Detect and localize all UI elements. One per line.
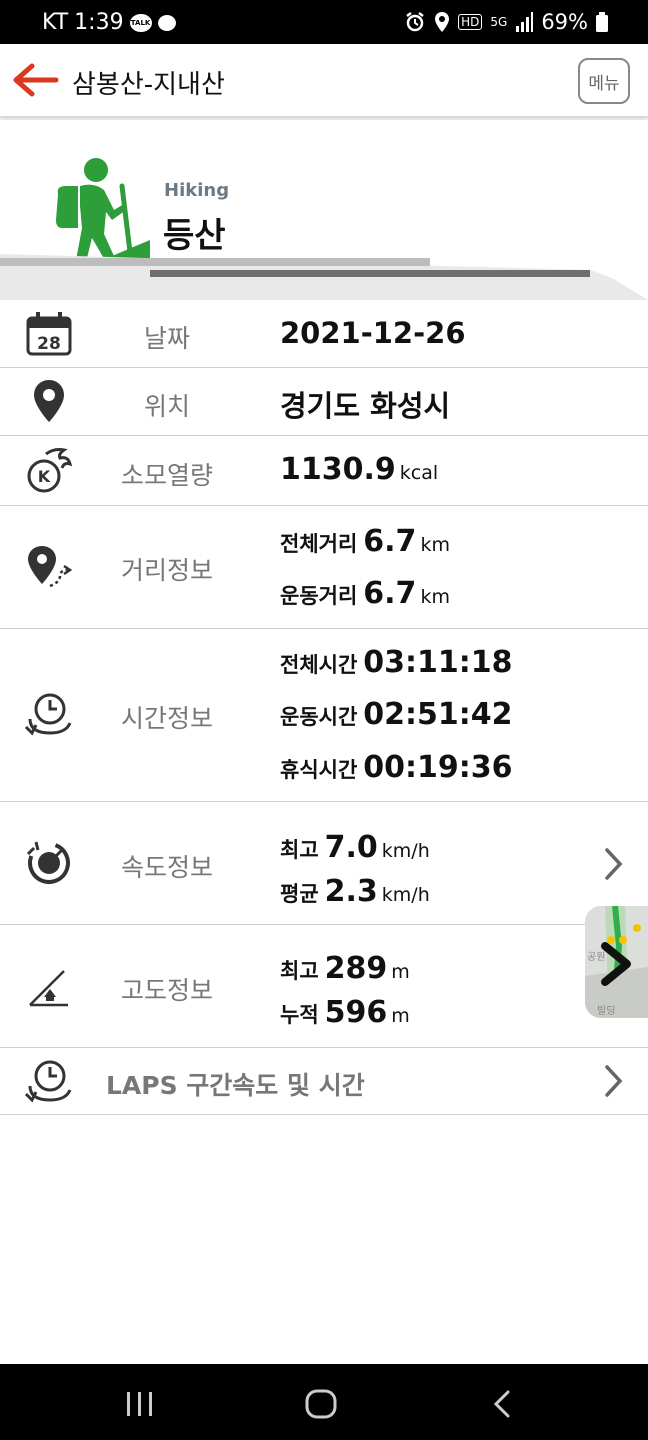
max-speed-label: 최고: [280, 838, 319, 862]
page-title: 삼봉산-지내산: [72, 70, 225, 100]
total-time-label: 전체시간: [280, 653, 358, 677]
speedometer-icon: [26, 841, 70, 884]
calories-label: 소모열량: [120, 461, 213, 490]
ground-decoration: [0, 254, 648, 300]
app-header: 삼봉산-지내산 메뉴: [0, 44, 648, 118]
alarm-icon: [406, 12, 424, 32]
svg-text:K: K: [38, 467, 51, 486]
moving-distance-value: 6.7: [363, 576, 417, 611]
battery-icon: [596, 12, 608, 32]
calories-line: 1130.9 kcal: [280, 452, 438, 487]
rest-time-label: 휴식시간: [280, 758, 358, 782]
calories-unit: kcal: [399, 462, 439, 484]
max-altitude-label: 최고: [280, 959, 319, 983]
location-row: 위치 경기도 화성시: [0, 368, 648, 436]
map-thumbnail[interactable]: 공원 빌딩: [585, 906, 648, 1018]
signal-icon: [516, 12, 534, 32]
rest-time-line: 휴식시간 00:19:36: [280, 750, 513, 785]
laps-row[interactable]: LAPS 구간속도 및 시간: [0, 1048, 648, 1115]
total-distance-label: 전체거리: [280, 532, 358, 556]
calendar-icon: 28: [26, 312, 72, 356]
moving-distance-line: 운동거리 6.7 km: [280, 576, 450, 611]
moving-time-line: 운동시간 02:51:42: [280, 697, 513, 732]
hd-icon: HD: [458, 14, 483, 30]
gps-icon: [435, 12, 450, 32]
laps-clock-icon: [24, 1060, 72, 1103]
total-time-value: 03:11:18: [363, 645, 513, 680]
location-value: 경기도 화성시: [280, 389, 451, 423]
status-bar: KT 1:39 TALK HD 5G 69%: [0, 0, 648, 44]
moving-distance-label: 운동거리: [280, 584, 358, 608]
laps-label: LAPS 구간속도 및 시간: [106, 1071, 365, 1100]
back-arrow-icon[interactable]: [12, 62, 60, 98]
system-nav-bar: [0, 1364, 648, 1440]
date-label: 날짜: [143, 324, 190, 353]
moving-time-label: 운동시간: [280, 705, 358, 729]
total-ascent-line: 누적 596 m: [280, 995, 410, 1030]
speed-label: 속도정보: [120, 853, 213, 882]
activity-header: Hiking 등산: [0, 120, 648, 300]
home-icon[interactable]: [304, 1388, 338, 1420]
max-speed-line: 최고 7.0 km/h: [280, 830, 430, 865]
svg-text:28: 28: [37, 334, 61, 354]
chevron-right-icon: [601, 942, 631, 986]
total-time-line: 전체시간 03:11:18: [280, 645, 513, 680]
altitude-label: 고도정보: [120, 976, 213, 1005]
time-row: 시간정보 전체시간 03:11:18 운동시간 02:51:42 휴식시간 00…: [0, 629, 648, 802]
kakaotalk-icon: TALK: [129, 13, 152, 32]
total-ascent-unit: m: [391, 1005, 410, 1027]
clock-history-icon: [24, 693, 72, 736]
total-ascent-label: 누적: [280, 1003, 319, 1027]
menu-button[interactable]: 메뉴: [578, 58, 630, 104]
time-label: 시간정보: [120, 704, 213, 733]
moving-distance-unit: km: [420, 586, 450, 608]
calories-value: 1130.9: [280, 452, 396, 487]
total-distance-line: 전체거리 6.7 km: [280, 524, 450, 559]
activity-type-en: Hiking: [164, 180, 230, 201]
carrier-label: KT: [42, 10, 69, 35]
avg-speed-value: 2.3: [324, 874, 378, 909]
date-value: 2021-12-26: [280, 316, 466, 350]
distance-row: 거리정보 전체거리 6.7 km 운동거리 6.7 km: [0, 506, 648, 629]
total-ascent-value: 596: [324, 995, 388, 1030]
location-pin-icon: [34, 380, 64, 422]
chevron-right-icon[interactable]: [604, 1064, 624, 1098]
recent-apps-icon[interactable]: [124, 1390, 156, 1418]
max-altitude-line: 최고 289 m: [280, 951, 410, 986]
altitude-slope-icon: [29, 970, 68, 1007]
distance-route-icon: [28, 546, 73, 588]
location-label: 위치: [143, 392, 190, 421]
chat-bubble-icon: [157, 14, 176, 31]
chevron-right-icon[interactable]: [604, 847, 624, 881]
max-altitude-unit: m: [391, 961, 410, 983]
altitude-row: 고도정보 최고 289 m 누적 596 m: [0, 925, 648, 1048]
avg-speed-unit: km/h: [381, 884, 430, 906]
max-altitude-value: 289: [324, 951, 388, 986]
max-speed-value: 7.0: [324, 830, 378, 865]
svg-text:빌딩: 빌딩: [597, 1005, 615, 1017]
total-distance-unit: km: [420, 534, 450, 556]
network-5g-icon: 5G: [490, 15, 508, 29]
avg-speed-line: 평균 2.3 km/h: [280, 874, 430, 909]
date-row: 28 날짜 2021-12-26: [0, 300, 648, 368]
battery-percent: 69%: [541, 10, 588, 34]
speed-row[interactable]: 속도정보 최고 7.0 km/h 평균 2.3 km/h: [0, 802, 648, 925]
status-time: 1:39: [74, 10, 124, 35]
rest-time-value: 00:19:36: [363, 750, 513, 785]
max-speed-unit: km/h: [381, 840, 430, 862]
distance-label: 거리정보: [120, 556, 213, 585]
total-distance-value: 6.7: [363, 524, 417, 559]
moving-time-value: 02:51:42: [363, 697, 513, 732]
calories-row: K 소모열량 1130.9 kcal: [0, 436, 648, 506]
back-nav-icon[interactable]: [490, 1388, 516, 1420]
avg-speed-label: 평균: [280, 882, 319, 906]
calorie-flame-icon: K: [27, 448, 73, 493]
